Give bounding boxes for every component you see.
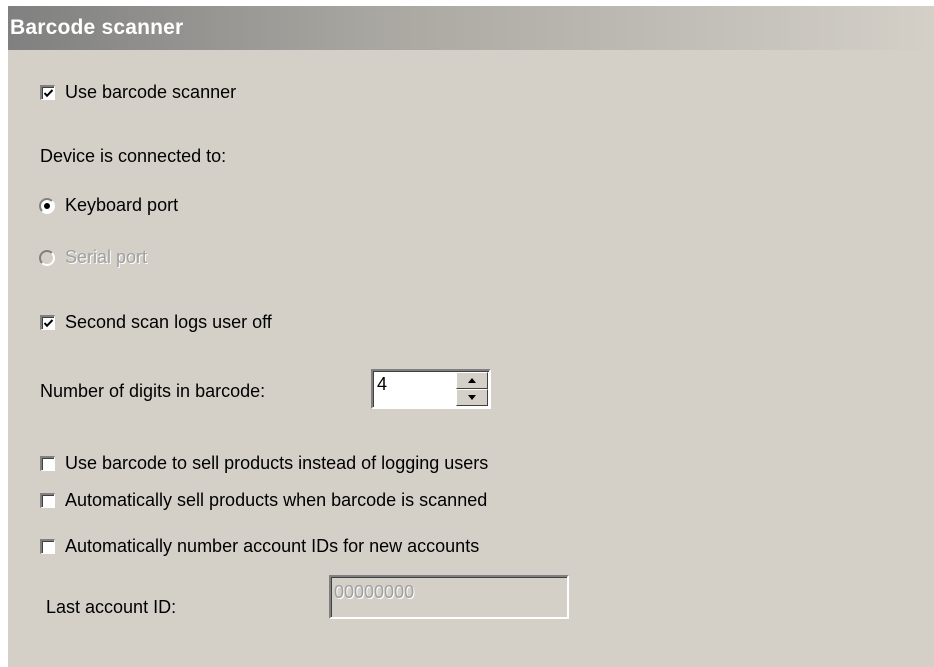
section-header: Barcode scanner bbox=[8, 6, 934, 50]
checkmark-icon bbox=[43, 319, 54, 328]
barcode-scanner-panel: Barcode scanner Use barcode scanner Devi… bbox=[8, 6, 934, 667]
sell-products-checkbox[interactable] bbox=[40, 456, 55, 471]
digits-label-row: Number of digits in barcode: bbox=[40, 381, 265, 402]
radio-selected-dot-icon bbox=[44, 202, 50, 209]
second-scan-checkbox-row[interactable]: Second scan logs user off bbox=[40, 312, 272, 333]
device-connected-label: Device is connected to: bbox=[40, 146, 227, 166]
device-connected-label-row: Device is connected to: bbox=[40, 146, 226, 167]
spin-up-button[interactable] bbox=[456, 372, 488, 389]
last-account-id-label-row: Last account ID: bbox=[46, 597, 176, 618]
auto-number-label[interactable]: Automatically number account IDs for new… bbox=[65, 536, 479, 557]
checkmark-icon bbox=[43, 89, 54, 98]
last-account-id-label: Last account ID: bbox=[46, 597, 177, 617]
serial-port-radio bbox=[39, 249, 55, 266]
spin-buttons bbox=[456, 372, 488, 406]
use-barcode-scanner-checkbox-row[interactable]: Use barcode scanner bbox=[40, 82, 236, 103]
section-title: Barcode scanner bbox=[10, 16, 184, 39]
auto-sell-checkbox[interactable] bbox=[40, 493, 55, 508]
sell-products-checkbox-row[interactable]: Use barcode to sell products instead of … bbox=[40, 453, 488, 474]
use-barcode-scanner-label[interactable]: Use barcode scanner bbox=[65, 82, 236, 103]
digits-label: Number of digits in barcode: bbox=[40, 381, 266, 401]
last-account-id-field: 00000000 bbox=[329, 575, 569, 619]
auto-sell-checkbox-row[interactable]: Automatically sell products when barcode… bbox=[40, 490, 487, 511]
second-scan-logs-off-label[interactable]: Second scan logs user off bbox=[65, 312, 272, 333]
keyboard-port-label[interactable]: Keyboard port bbox=[65, 195, 178, 216]
last-account-id-value: 00000000 bbox=[334, 582, 415, 602]
auto-number-checkbox-row[interactable]: Automatically number account IDs for new… bbox=[40, 536, 479, 557]
serial-port-radio-row: Serial port bbox=[39, 247, 147, 268]
digits-input[interactable]: 4 bbox=[377, 374, 387, 395]
sell-products-label[interactable]: Use barcode to sell products instead of … bbox=[65, 453, 488, 474]
auto-number-checkbox[interactable] bbox=[40, 539, 55, 554]
spin-down-button[interactable] bbox=[456, 389, 488, 406]
arrow-up-icon bbox=[468, 378, 476, 383]
arrow-down-icon bbox=[468, 395, 476, 400]
auto-sell-label[interactable]: Automatically sell products when barcode… bbox=[65, 490, 487, 511]
keyboard-port-radio-row[interactable]: Keyboard port bbox=[39, 195, 178, 216]
keyboard-port-radio[interactable] bbox=[39, 197, 55, 214]
digits-spin-box[interactable]: 4 bbox=[371, 369, 491, 409]
second-scan-logs-off-checkbox[interactable] bbox=[40, 315, 55, 330]
serial-port-label: Serial port bbox=[65, 247, 148, 267]
use-barcode-scanner-checkbox[interactable] bbox=[40, 85, 55, 100]
